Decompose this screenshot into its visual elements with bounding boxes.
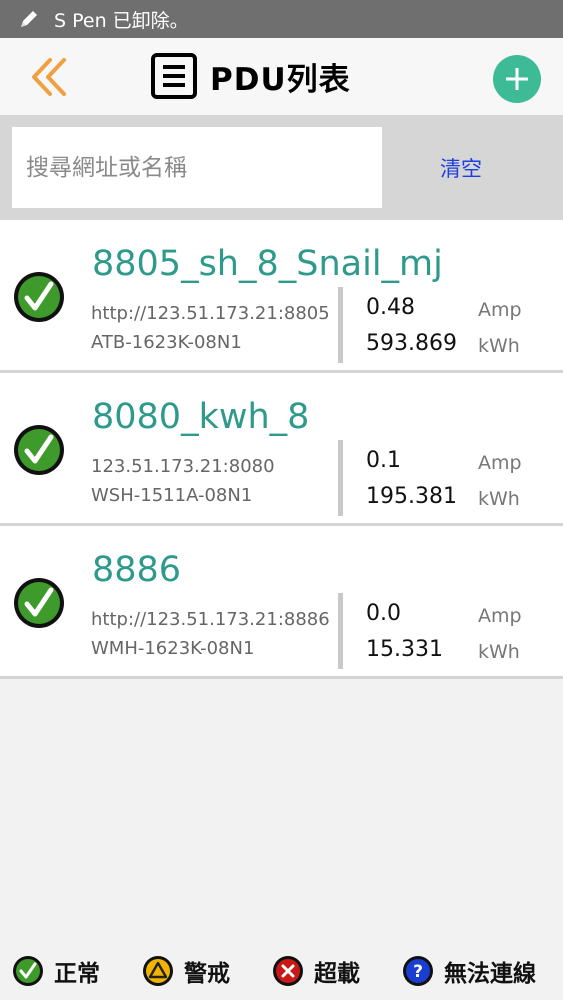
legend-label: 正常 [54,961,100,987]
double-chevron-left-icon [32,58,66,96]
search-input[interactable] [26,154,382,181]
pdu-model: WMH-1623K-08N1 [91,638,255,659]
search-bar: 清空 [0,115,563,220]
pdu-url: http://123.51.173.21:8886 [91,609,330,630]
clear-button[interactable]: 清空 [440,153,482,183]
add-pdu-button[interactable] [493,55,541,103]
status-ok-icon [14,425,64,475]
x-circle-icon [273,956,303,986]
pdu-name: 8805_sh_8_Snail_mj [92,244,443,284]
check-circle-icon [13,956,43,986]
legend-item-overload: 超載 [272,954,360,988]
divider [338,593,343,669]
legend-label: 無法連線 [444,961,536,987]
legend-item-normal: 正常 [12,954,100,988]
status-legend: 正常 警戒 超載 ? 無法連線 [0,948,563,994]
energy-value: 593.869 [366,331,457,356]
pdu-list: 8805_sh_8_Snail_mj http://123.51.173.21:… [0,220,563,679]
current-value: 0.48 [366,295,415,320]
divider [338,287,343,363]
legend-label: 超載 [314,961,360,987]
search-box [12,127,382,208]
divider [338,440,343,516]
pdu-url: 123.51.173.21:8080 [91,456,275,477]
plus-icon [506,68,528,90]
pdu-name: 8886 [92,550,182,590]
back-button[interactable] [26,54,72,100]
energy-unit: kWh [478,335,520,357]
current-value: 0.0 [366,601,401,626]
list-icon [151,53,197,99]
energy-value: 15.331 [366,637,443,662]
pdu-model: ATB-1623K-08N1 [91,332,242,353]
pen-icon [18,8,40,30]
pdu-url: http://123.51.173.21:8805 [91,303,330,324]
current-unit: Amp [478,605,522,627]
app-header: PDU列表 [0,38,563,115]
page-title-text: PDU列表 [210,61,351,98]
energy-unit: kWh [478,488,520,510]
status-bar: S Pen 已卸除。 [0,0,563,38]
energy-unit: kWh [478,641,520,663]
pdu-model: WSH-1511A-08N1 [91,485,253,506]
legend-item-warning: 警戒 [142,954,230,988]
current-unit: Amp [478,452,522,474]
current-unit: Amp [478,299,522,321]
svg-text:?: ? [413,962,423,982]
pdu-list-item[interactable]: 8886 http://123.51.173.21:8886 WMH-1623K… [0,526,563,679]
pdu-list-item[interactable]: 8805_sh_8_Snail_mj http://123.51.173.21:… [0,220,563,373]
status-ok-icon [14,272,64,322]
warning-circle-icon [143,956,173,986]
energy-value: 195.381 [366,484,457,509]
pdu-list-item[interactable]: 8080_kwh_8 123.51.173.21:8080 WSH-1511A-… [0,373,563,526]
question-circle-icon: ? [403,956,433,986]
page-title: PDU列表 [150,50,351,102]
pdu-name: 8080_kwh_8 [92,397,310,437]
status-notice: S Pen 已卸除。 [54,9,189,32]
legend-label: 警戒 [184,961,230,987]
status-ok-icon [14,578,64,628]
current-value: 0.1 [366,448,401,473]
legend-item-offline: ? 無法連線 [402,954,536,988]
